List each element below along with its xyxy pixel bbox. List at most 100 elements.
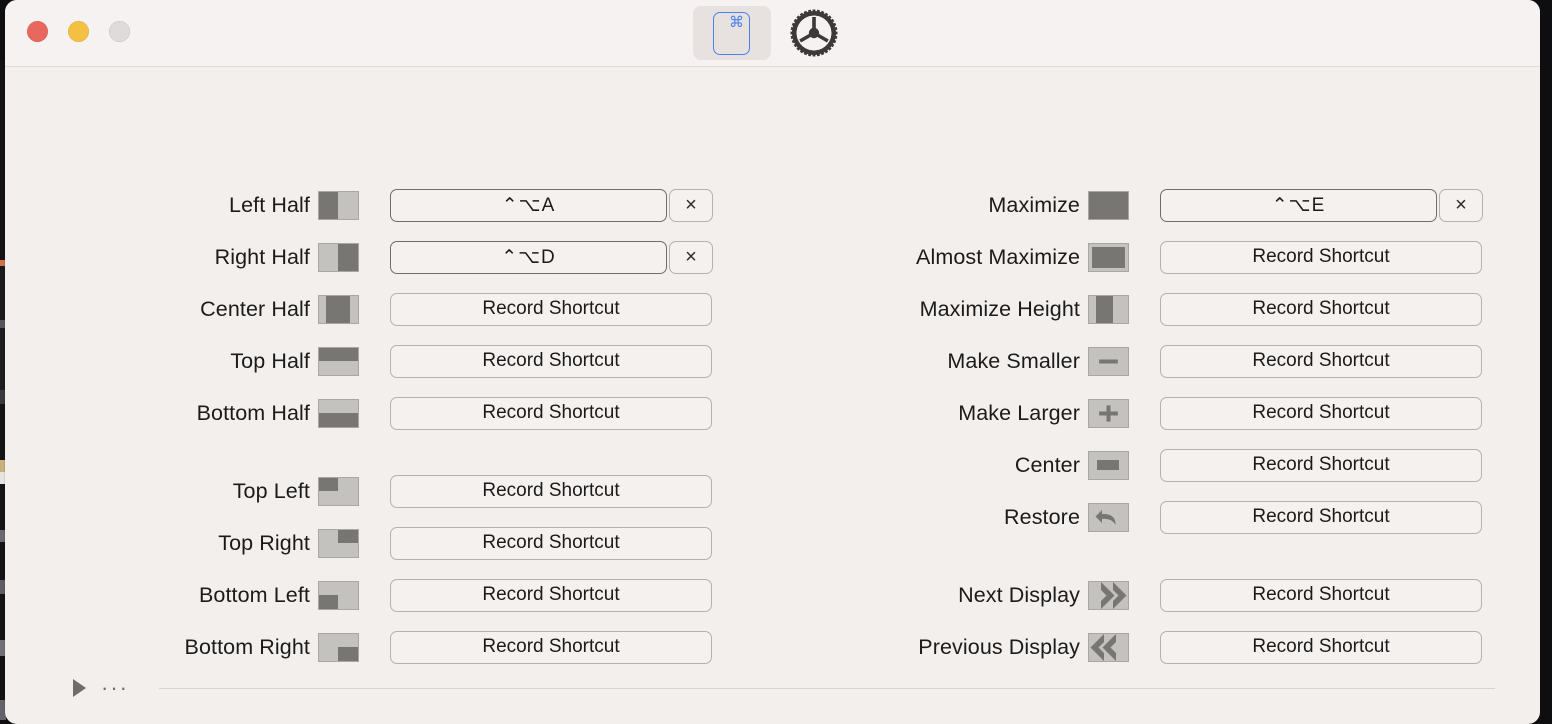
shortcut-control-cell: Record Shortcut [1160,240,1482,274]
thumbnail-cell [1080,242,1136,272]
record-shortcut-button[interactable]: Record Shortcut [390,630,712,664]
toolbar-tab-settings[interactable] [775,6,853,60]
shortcut-row: Maximize Height Record Shortcut [775,283,1535,335]
thumbnail-fill [1097,459,1119,471]
command-key-icon: ⌘ [713,11,750,55]
record-shortcut-button[interactable]: Record Shortcut [1160,448,1482,482]
action-label: Maximize [988,192,1080,217]
action-label: Previous Display [918,634,1080,659]
action-label: Top Half [230,348,310,373]
action-label: Almost Maximize [916,244,1080,269]
record-shortcut-button[interactable]: Record Shortcut [1160,396,1482,430]
record-shortcut-button[interactable]: Record Shortcut [390,396,712,430]
record-shortcut-button[interactable]: Record Shortcut [1160,344,1482,378]
thumbnail-cell [1080,580,1136,610]
thumbnail-cell [310,346,366,376]
action-label: Maximize Height [919,296,1080,321]
shortcut-control-cell: ⌃⌥A × [390,188,713,222]
thumbnail-fill [318,595,338,609]
shortcut-control-cell: Record Shortcut [1160,448,1482,482]
shortcut-field-group: ⌃⌥A × [390,188,713,222]
record-shortcut-button[interactable]: Record Shortcut [390,578,712,612]
preferences-content: Left Half ⌃⌥A × Right Half ⌃⌥D × Center Half Re… [5,67,1540,724]
shortcut-field[interactable]: ⌃⌥A [390,188,667,222]
record-shortcut-button[interactable]: Record Shortcut [390,526,712,560]
shortcut-control-cell: Record Shortcut [390,630,712,664]
thumbnail-fill [1095,295,1114,323]
record-shortcut-button[interactable]: Record Shortcut [390,344,712,378]
action-label: Restore [1004,504,1080,529]
traffic-light-group [27,21,130,42]
shortcut-control-cell: ⌃⌥D × [390,240,713,274]
toolbar-tab-shortcuts[interactable]: ⌘ [692,6,771,60]
thumbnail-cell [1080,190,1136,220]
layout-thumbnail-top-left [317,476,359,506]
layout-thumbnail-make-smaller [1087,346,1129,376]
footer-divider [158,687,1495,689]
shortcut-row: Bottom Left Record Shortcut [5,569,765,621]
record-shortcut-button[interactable]: Record Shortcut [390,292,712,326]
shortcut-row: Center Half Record Shortcut [5,283,765,335]
disclosure-triangle-right-icon[interactable] [73,679,86,697]
action-label: Bottom Left [198,582,310,607]
action-label: Top Right [218,530,310,555]
shortcut-control-cell: Record Shortcut [390,526,712,560]
layout-thumbnail-bottom-right [317,632,359,662]
thumbnail-fill [1088,191,1128,219]
action-label: Next Display [958,582,1080,607]
thumbnail-cell [310,528,366,558]
layout-thumbnail-center-half [317,294,359,324]
thumbnail-fill [325,295,351,323]
record-shortcut-button[interactable]: Record Shortcut [1160,500,1482,534]
shortcut-row: Next Display Record Shortcut [775,569,1535,621]
layout-thumbnail-bottom-left [317,580,359,610]
record-shortcut-button[interactable]: Record Shortcut [1160,630,1482,664]
clear-shortcut-button[interactable]: × [669,188,713,222]
command-glyph: ⌘ [729,13,744,31]
thumbnail-cell [310,242,366,272]
thumbnail-fill [318,413,358,427]
shortcut-control-cell: Record Shortcut [1160,500,1482,534]
shortcut-control-cell: Record Shortcut [1160,578,1482,612]
shortcut-field[interactable]: ⌃⌥E [1160,188,1437,222]
more-options-ellipsis[interactable]: ··· [101,677,129,699]
record-shortcut-button[interactable]: Record Shortcut [1160,240,1482,274]
record-shortcut-button[interactable]: Record Shortcut [1160,578,1482,612]
clear-shortcut-button[interactable]: × [669,240,713,274]
action-label: Center Half [200,296,310,321]
titlebar: ⌘ [5,0,1540,67]
thumbnail-cell [1080,632,1136,662]
zoom-window-button[interactable] [109,21,130,42]
close-window-button[interactable] [27,21,48,42]
action-label: Center [1014,452,1080,477]
shortcut-row: Center Record Shortcut [775,439,1535,491]
gear-icon [790,9,837,57]
thumbnail-fill [318,347,358,361]
clear-shortcut-button[interactable]: × [1439,188,1483,222]
shortcut-control-cell: Record Shortcut [1160,292,1482,326]
layout-thumbnail-maximize-height [1087,294,1129,324]
shortcut-row: Right Half ⌃⌥D × [5,231,765,283]
shortcut-control-cell: Record Shortcut [1160,630,1482,664]
layout-thumbnail-next-display [1087,580,1129,610]
thumbnail-cell [310,294,366,324]
toolbar: ⌘ [692,6,853,60]
thumbnail-cell [1080,502,1136,532]
layout-thumbnail-center [1087,450,1129,480]
thumbnail-cell [310,632,366,662]
layout-thumbnail-top-right [317,528,359,558]
action-label: Bottom Right [184,634,310,659]
record-shortcut-button[interactable]: Record Shortcut [1160,292,1482,326]
thumbnail-fill [318,477,338,491]
shortcut-row: Maximize ⌃⌥E × [775,179,1535,231]
thumbnail-cell [310,190,366,220]
record-shortcut-button[interactable]: Record Shortcut [390,474,712,508]
shortcut-control-cell: Record Shortcut [390,578,712,612]
layout-thumbnail-left-half [317,190,359,220]
minimize-window-button[interactable] [68,21,89,42]
thumbnail-cell [1080,398,1136,428]
shortcut-row: Top Right Record Shortcut [5,517,765,569]
shortcut-field[interactable]: ⌃⌥D [390,240,667,274]
action-label: Top Left [232,478,310,503]
layout-thumbnail-make-larger [1087,398,1129,428]
